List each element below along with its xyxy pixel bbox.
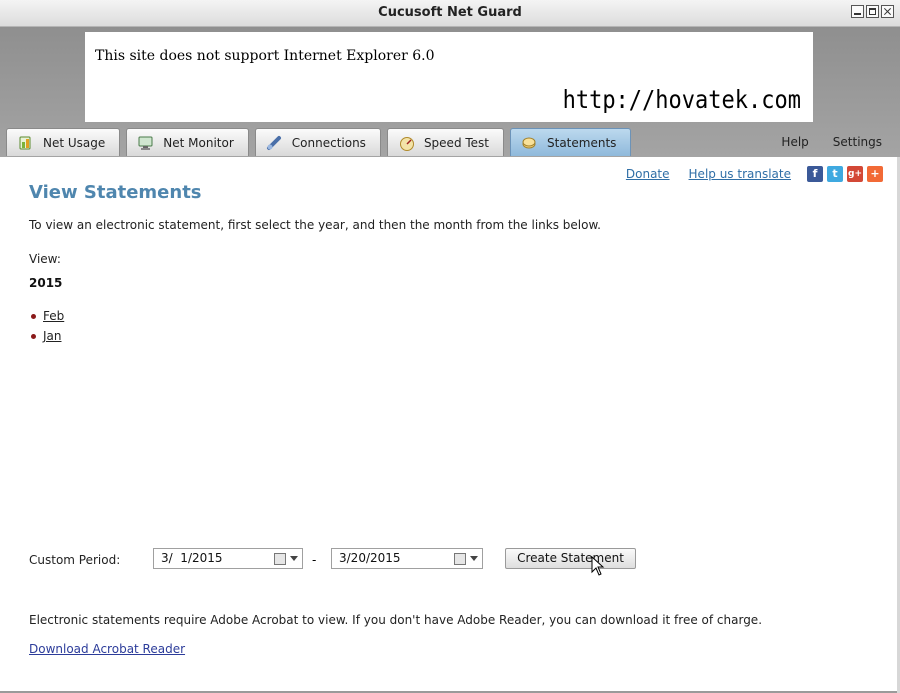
monitor-icon	[137, 135, 155, 151]
intro-text: To view an electronic statement, first s…	[29, 218, 601, 232]
month-link-feb[interactable]: Feb	[43, 309, 64, 323]
net-usage-icon	[17, 135, 35, 151]
tab-label: Speed Test	[423, 135, 489, 150]
statements-icon	[521, 135, 539, 151]
tab-net-usage[interactable]: Net Usage	[6, 128, 121, 156]
tab-label: Statements	[547, 135, 617, 150]
tab-label: Net Monitor	[163, 135, 234, 150]
calendar-icon[interactable]	[274, 553, 286, 565]
chevron-down-icon[interactable]	[290, 556, 298, 561]
month-link-jan[interactable]: Jan	[43, 329, 62, 343]
minimize-button[interactable]	[851, 5, 864, 18]
google-plus-icon[interactable]: g+	[847, 166, 863, 182]
translate-link[interactable]: Help us translate	[689, 167, 791, 181]
tab-statements[interactable]: Statements	[510, 128, 632, 156]
window-controls	[851, 5, 894, 18]
download-acrobat-link[interactable]: Download Acrobat Reader	[29, 642, 185, 656]
tab-label: Connections	[291, 135, 366, 150]
settings-link[interactable]: Settings	[833, 135, 882, 149]
tab-bar: Net Usage Net Monitor Connections Speed …	[6, 128, 632, 158]
speedometer-icon	[398, 135, 416, 151]
banner-message: This site does not support Internet Expl…	[95, 48, 435, 64]
tab-connections[interactable]: Connections	[254, 128, 381, 156]
start-date-picker[interactable]: 3/ 1/2015	[153, 548, 303, 569]
share-add-icon[interactable]: +	[867, 166, 883, 182]
connections-icon	[266, 135, 284, 151]
close-button[interactable]	[881, 5, 894, 18]
app-window: Cucusoft Net Guard This site does not su…	[0, 0, 900, 693]
view-label: View:	[29, 252, 61, 266]
donate-link[interactable]: Donate	[626, 167, 670, 181]
tab-net-monitor[interactable]: Net Monitor	[126, 128, 249, 156]
create-statement-button[interactable]: Create Statement	[505, 548, 636, 569]
bullet-icon	[31, 313, 36, 319]
tab-label: Net Usage	[43, 135, 106, 150]
watermark-text: http://hovatek.com	[562, 86, 801, 115]
header-links: Donate Help us translate f t g+ +	[607, 166, 883, 182]
month-list: Feb Jan	[29, 306, 64, 346]
bullet-icon	[31, 333, 36, 339]
date-separator: -	[312, 553, 317, 567]
acrobat-note: Electronic statements require Adobe Acro…	[29, 613, 763, 627]
top-links: Help Settings	[781, 135, 882, 149]
help-link[interactable]: Help	[781, 135, 808, 149]
tab-speed-test[interactable]: Speed Test	[386, 128, 504, 156]
start-date-value: 3/ 1/2015	[161, 551, 223, 565]
window-title: Cucusoft Net Guard	[378, 5, 522, 20]
main-content: View Statements Donate Help us translate…	[0, 157, 898, 691]
page-title: View Statements	[29, 182, 202, 203]
twitter-icon[interactable]: t	[827, 166, 843, 182]
title-bar: Cucusoft Net Guard	[0, 0, 900, 27]
calendar-icon[interactable]	[454, 553, 466, 565]
maximize-button[interactable]	[866, 5, 879, 18]
year-heading: 2015	[29, 276, 63, 290]
list-item: Feb	[29, 306, 64, 326]
chevron-down-icon[interactable]	[470, 556, 478, 561]
custom-period-label: Custom Period:	[29, 553, 121, 567]
facebook-icon[interactable]: f	[807, 166, 823, 182]
end-date-value: 3/20/2015	[339, 551, 401, 565]
end-date-picker[interactable]: 3/20/2015	[331, 548, 483, 569]
ad-banner[interactable]: This site does not support Internet Expl…	[85, 32, 813, 122]
list-item: Jan	[29, 326, 64, 346]
